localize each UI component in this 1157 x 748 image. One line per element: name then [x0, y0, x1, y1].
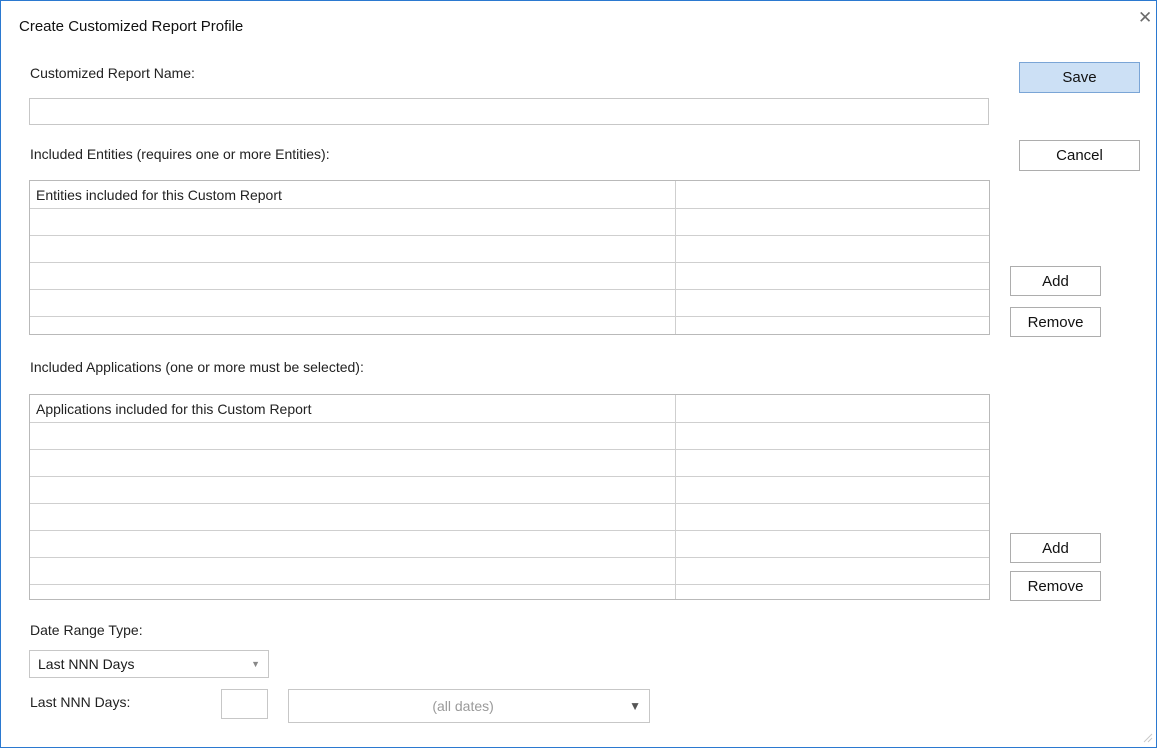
table-row[interactable]	[30, 289, 989, 317]
entities-label: Included Entities (requires one or more …	[30, 146, 330, 162]
table-row[interactable]	[30, 422, 989, 450]
applications-grid[interactable]: Applications included for this Custom Re…	[29, 394, 990, 600]
table-row[interactable]	[30, 557, 989, 585]
entities-add-button[interactable]: Add	[1010, 266, 1101, 296]
applications-label: Included Applications (one or more must …	[30, 359, 364, 375]
chevron-down-icon: ▼	[251, 659, 260, 669]
entities-grid[interactable]: Entities included for this Custom Report	[29, 180, 990, 335]
close-icon[interactable]: ✕	[1138, 9, 1152, 27]
report-name-input[interactable]	[29, 98, 989, 125]
report-name-label: Customized Report Name:	[30, 65, 195, 81]
resize-grip-icon[interactable]	[1141, 731, 1153, 743]
table-row[interactable]	[30, 584, 989, 599]
entities-column-header: Entities included for this Custom Report	[30, 181, 675, 209]
table-row[interactable]	[30, 476, 989, 504]
applications-column-header: Applications included for this Custom Re…	[30, 395, 675, 423]
all-dates-value: (all dates)	[432, 698, 494, 714]
table-row[interactable]	[30, 316, 989, 334]
chevron-down-icon: ▼	[629, 699, 641, 713]
table-row[interactable]	[30, 449, 989, 477]
table-header: Entities included for this Custom Report	[30, 181, 989, 209]
entities-column-header-2	[674, 181, 989, 209]
table-row[interactable]	[30, 262, 989, 290]
entities-remove-button[interactable]: Remove	[1010, 307, 1101, 337]
last-days-label: Last NNN Days:	[30, 694, 131, 710]
last-days-input[interactable]	[221, 689, 268, 719]
all-dates-select[interactable]: (all dates) ▼	[288, 689, 650, 723]
applications-remove-button[interactable]: Remove	[1010, 571, 1101, 601]
dialog-title: Create Customized Report Profile	[19, 18, 244, 35]
applications-add-button[interactable]: Add	[1010, 533, 1101, 563]
table-row[interactable]	[30, 530, 989, 558]
table-row[interactable]	[30, 503, 989, 531]
report-profile-dialog: Create Customized Report Profile ✕ Custo…	[0, 0, 1157, 748]
cancel-button[interactable]: Cancel	[1019, 140, 1140, 171]
save-button[interactable]: Save	[1019, 62, 1140, 93]
date-range-label: Date Range Type:	[30, 622, 143, 638]
date-range-value: Last NNN Days	[38, 656, 135, 672]
table-row[interactable]	[30, 235, 989, 263]
applications-column-header-2	[674, 395, 989, 423]
table-row[interactable]	[30, 208, 989, 236]
table-header: Applications included for this Custom Re…	[30, 395, 989, 423]
date-range-select[interactable]: Last NNN Days ▼	[29, 650, 269, 678]
